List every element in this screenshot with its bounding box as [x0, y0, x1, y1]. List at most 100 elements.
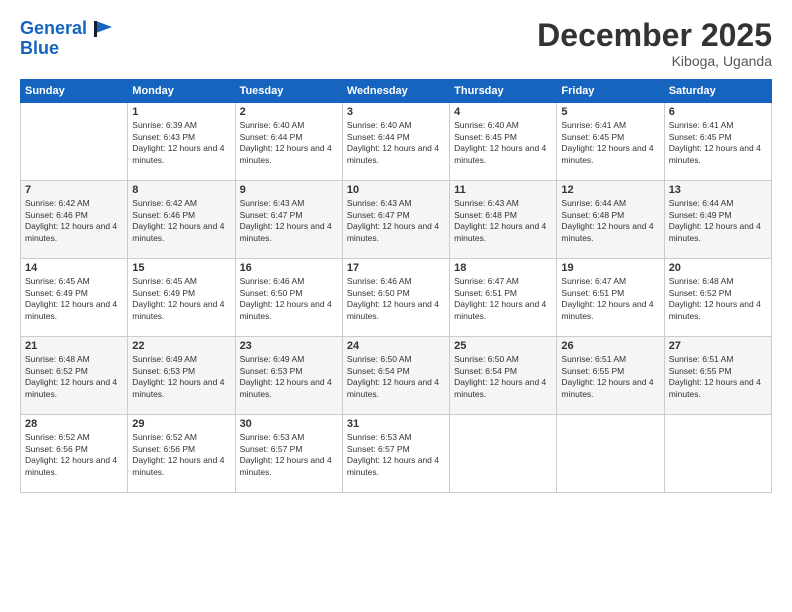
day-info: Sunrise: 6:46 AMSunset: 6:50 PMDaylight:… [240, 276, 338, 322]
header: General Blue December 2025 Kiboga, Ugand… [20, 18, 772, 69]
calendar-cell: 17 Sunrise: 6:46 AMSunset: 6:50 PMDayligh… [342, 259, 449, 337]
page: General Blue December 2025 Kiboga, Ugand… [0, 0, 792, 612]
day-info: Sunrise: 6:50 AMSunset: 6:54 PMDaylight:… [454, 354, 552, 400]
day-number: 24 [347, 340, 445, 352]
day-info: Sunrise: 6:46 AMSunset: 6:50 PMDaylight:… [347, 276, 445, 322]
day-number: 26 [561, 340, 659, 352]
day-info: Sunrise: 6:40 AMSunset: 6:44 PMDaylight:… [347, 120, 445, 166]
day-info: Sunrise: 6:41 AMSunset: 6:45 PMDaylight:… [561, 120, 659, 166]
day-info: Sunrise: 6:51 AMSunset: 6:55 PMDaylight:… [669, 354, 767, 400]
day-info: Sunrise: 6:43 AMSunset: 6:47 PMDaylight:… [347, 198, 445, 244]
day-info: Sunrise: 6:42 AMSunset: 6:46 PMDaylight:… [132, 198, 230, 244]
day-number: 31 [347, 418, 445, 430]
day-number: 21 [25, 340, 123, 352]
calendar-cell: 2Sunrise: 6:40 AMSunset: 6:44 PMDaylight… [235, 103, 342, 181]
day-info: Sunrise: 6:43 AMSunset: 6:48 PMDaylight:… [454, 198, 552, 244]
calendar-cell [557, 415, 664, 493]
logo-line1: General [20, 18, 87, 38]
calendar-cell: 28Sunrise: 6:52 AMSunset: 6:56 PMDayligh… [21, 415, 128, 493]
day-number: 8 [132, 184, 230, 196]
week-row-1: 1 Sunrise: 6:39 AMSunset: 6:43 PMDaylight… [21, 103, 772, 181]
day-number: 18 [454, 262, 552, 274]
day-number: 15 [132, 262, 230, 274]
day-info: Sunrise: 6:53 AMSunset: 6:57 PMDaylight:… [240, 432, 338, 478]
week-row-4: 21 Sunrise: 6:48 AMSunset: 6:52 PMDayligh… [21, 337, 772, 415]
day-number: 11 [454, 184, 552, 196]
calendar-cell: 3 Sunrise: 6:40 AMSunset: 6:44 PMDaylight… [342, 103, 449, 181]
day-number: 28 [25, 418, 123, 430]
day-info: Sunrise: 6:41 AMSunset: 6:45 PMDaylight:… [669, 120, 767, 166]
day-info: Sunrise: 6:49 AMSunset: 6:53 PMDaylight:… [132, 354, 230, 400]
day-number: 10 [347, 184, 445, 196]
week-row-5: 28Sunrise: 6:52 AMSunset: 6:56 PMDayligh… [21, 415, 772, 493]
calendar-cell: 6 Sunrise: 6:41 AMSunset: 6:45 PMDaylight… [664, 103, 771, 181]
header-day-friday: Friday [557, 80, 664, 103]
day-number: 4 [454, 106, 552, 118]
calendar-cell: 12 Sunrise: 6:44 AMSunset: 6:48 PMDayligh… [557, 181, 664, 259]
calendar-cell: 22 Sunrise: 6:49 AMSunset: 6:53 PMDayligh… [128, 337, 235, 415]
day-info: Sunrise: 6:40 AMSunset: 6:45 PMDaylight:… [454, 120, 552, 166]
day-info: Sunrise: 6:48 AMSunset: 6:52 PMDaylight:… [669, 276, 767, 322]
calendar-cell: 4 Sunrise: 6:40 AMSunset: 6:45 PMDaylight… [450, 103, 557, 181]
day-info: Sunrise: 6:53 AMSunset: 6:57 PMDaylight:… [347, 432, 445, 478]
calendar-cell: 25 Sunrise: 6:50 AMSunset: 6:54 PMDayligh… [450, 337, 557, 415]
day-info: Sunrise: 6:44 AMSunset: 6:48 PMDaylight:… [561, 198, 659, 244]
day-info: Sunrise: 6:39 AMSunset: 6:43 PMDaylight:… [132, 120, 230, 166]
day-number: 20 [669, 262, 767, 274]
calendar-cell: 16 Sunrise: 6:46 AMSunset: 6:50 PMDayligh… [235, 259, 342, 337]
day-number: 22 [132, 340, 230, 352]
day-info: Sunrise: 6:47 AMSunset: 6:51 PMDaylight:… [454, 276, 552, 322]
month-title: December 2025 [537, 18, 772, 53]
calendar-cell [664, 415, 771, 493]
calendar-cell: 10 Sunrise: 6:43 AMSunset: 6:47 PMDayligh… [342, 181, 449, 259]
day-number: 3 [347, 106, 445, 118]
location-subtitle: Kiboga, Uganda [537, 53, 772, 69]
day-number: 7 [25, 184, 123, 196]
day-number: 6 [669, 106, 767, 118]
day-number: 17 [347, 262, 445, 274]
day-number: 25 [454, 340, 552, 352]
logo: General Blue [20, 18, 116, 57]
header-day-tuesday: Tuesday [235, 80, 342, 103]
calendar-cell: 9Sunrise: 6:43 AMSunset: 6:47 PMDaylight… [235, 181, 342, 259]
day-info: Sunrise: 6:48 AMSunset: 6:52 PMDaylight:… [25, 354, 123, 400]
calendar-cell: 5Sunrise: 6:41 AMSunset: 6:45 PMDaylight… [557, 103, 664, 181]
day-number: 16 [240, 262, 338, 274]
day-info: Sunrise: 6:49 AMSunset: 6:53 PMDaylight:… [240, 354, 338, 400]
calendar-cell: 20 Sunrise: 6:48 AMSunset: 6:52 PMDayligh… [664, 259, 771, 337]
day-info: Sunrise: 6:42 AMSunset: 6:46 PMDaylight:… [25, 198, 123, 244]
header-day-thursday: Thursday [450, 80, 557, 103]
calendar-cell: 30Sunrise: 6:53 AMSunset: 6:57 PMDayligh… [235, 415, 342, 493]
calendar-cell: 27Sunrise: 6:51 AMSunset: 6:55 PMDayligh… [664, 337, 771, 415]
week-row-2: 7 Sunrise: 6:42 AMSunset: 6:46 PMDaylight… [21, 181, 772, 259]
day-number: 23 [240, 340, 338, 352]
calendar-cell: 1 Sunrise: 6:39 AMSunset: 6:43 PMDaylight… [128, 103, 235, 181]
calendar-cell: 23 Sunrise: 6:49 AMSunset: 6:53 PMDayligh… [235, 337, 342, 415]
day-info: Sunrise: 6:44 AMSunset: 6:49 PMDaylight:… [669, 198, 767, 244]
week-row-3: 14 Sunrise: 6:45 AMSunset: 6:49 PMDayligh… [21, 259, 772, 337]
header-day-sunday: Sunday [21, 80, 128, 103]
day-number: 1 [132, 106, 230, 118]
calendar-cell [21, 103, 128, 181]
logo-line2: Blue [20, 39, 116, 57]
day-number: 19 [561, 262, 659, 274]
calendar-cell: 11 Sunrise: 6:43 AMSunset: 6:48 PMDayligh… [450, 181, 557, 259]
calendar-cell: 24 Sunrise: 6:50 AMSunset: 6:54 PMDayligh… [342, 337, 449, 415]
title-block: December 2025 Kiboga, Uganda [537, 18, 772, 69]
calendar-cell: 8 Sunrise: 6:42 AMSunset: 6:46 PMDaylight… [128, 181, 235, 259]
calendar-cell: 15 Sunrise: 6:45 AMSunset: 6:49 PMDayligh… [128, 259, 235, 337]
day-number: 2 [240, 106, 338, 118]
calendar-cell: 18 Sunrise: 6:47 AMSunset: 6:51 PMDayligh… [450, 259, 557, 337]
calendar-cell: 31 Sunrise: 6:53 AMSunset: 6:57 PMDayligh… [342, 415, 449, 493]
day-info: Sunrise: 6:45 AMSunset: 6:49 PMDaylight:… [132, 276, 230, 322]
day-number: 12 [561, 184, 659, 196]
calendar-cell: 7 Sunrise: 6:42 AMSunset: 6:46 PMDaylight… [21, 181, 128, 259]
day-number: 9 [240, 184, 338, 196]
header-day-wednesday: Wednesday [342, 80, 449, 103]
day-info: Sunrise: 6:50 AMSunset: 6:54 PMDaylight:… [347, 354, 445, 400]
day-info: Sunrise: 6:45 AMSunset: 6:49 PMDaylight:… [25, 276, 123, 322]
day-number: 14 [25, 262, 123, 274]
calendar-header-row: SundayMondayTuesdayWednesdayThursdayFrid… [21, 80, 772, 103]
calendar-cell: 19Sunrise: 6:47 AMSunset: 6:51 PMDayligh… [557, 259, 664, 337]
day-number: 29 [132, 418, 230, 430]
